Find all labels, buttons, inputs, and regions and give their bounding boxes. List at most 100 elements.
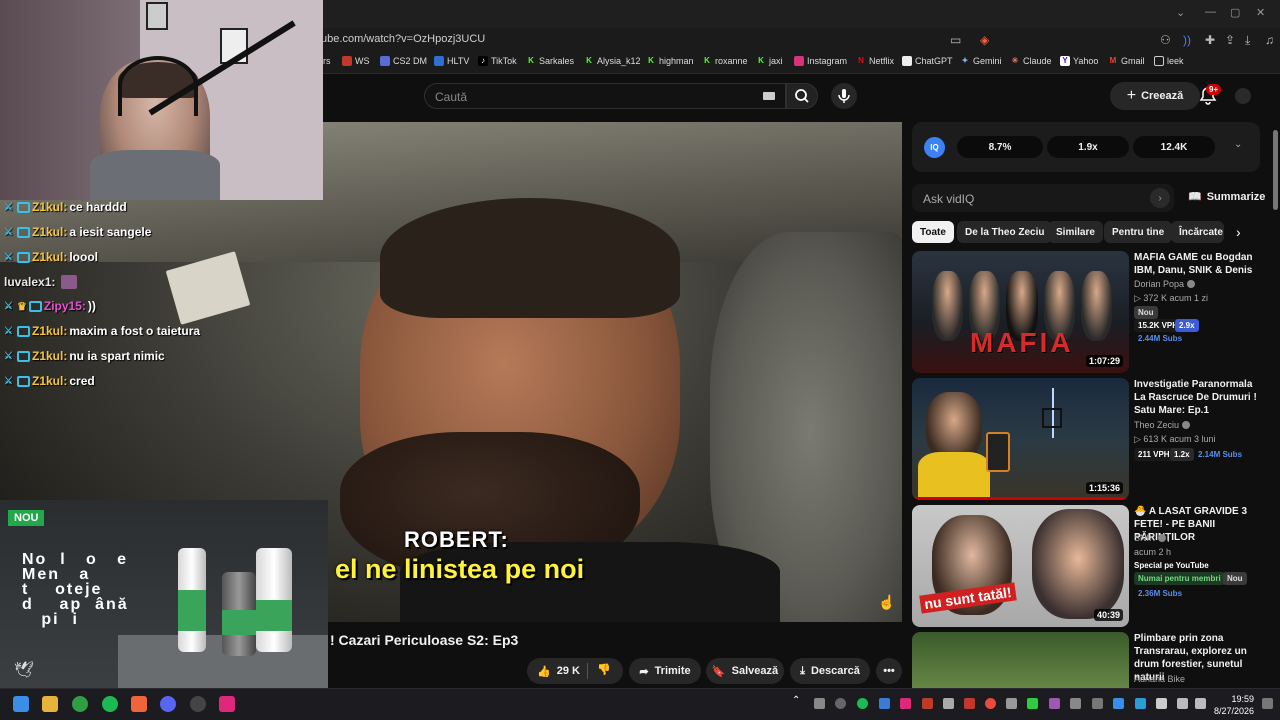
bookmark-item[interactable]: M Gmail [1108,56,1145,66]
address-bar[interactable]: tube.com/watch?v=OzHpozj3UCU ▭ ◈ ⚇ )) ✚ … [300,28,1280,52]
file-explorer-icon[interactable] [42,696,58,712]
bluetooth-icon[interactable] [1113,698,1124,709]
discord-icon[interactable] [160,696,176,712]
bookmark-item[interactable]: ✳ Claude [1010,56,1052,66]
video-thumbnail[interactable]: MAFIA 1:07:29 [912,251,1129,373]
close-icon[interactable]: ✕ [1256,6,1265,19]
vidiq-stat[interactable]: 1.9x [1047,136,1129,158]
bookmark-item[interactable]: K Alysia_k12 [584,56,640,66]
notification-icon[interactable] [1262,698,1273,709]
chevron-down-icon[interactable]: ⌄ [1234,139,1242,150]
vidiq-stat[interactable]: 12.4K [1133,136,1215,158]
chevron-up-icon[interactable]: ⌃ [792,695,803,706]
bookmark-item[interactable]: Instagram [794,56,847,66]
video-thumbnail[interactable] [912,632,1129,688]
minimize-icon[interactable]: — [1205,6,1216,18]
avatar[interactable] [1235,88,1251,104]
wifi-icon[interactable] [1177,698,1188,709]
ask-vidiq-input[interactable]: Ask vidIQ › [912,184,1174,212]
video-title[interactable]: MAFIA GAME cu Bogdan IBM, Danu, SNIK & D… [1134,251,1258,277]
chevron-right-icon[interactable]: › [1150,188,1170,208]
bookmark-item[interactable]: leek [1154,56,1184,66]
bookmark-item[interactable]: Kroxanne [702,56,747,66]
search-button[interactable] [786,83,818,109]
chevron-right-icon[interactable]: › [1236,224,1241,240]
bookmark-item[interactable]: CS2 DM [380,56,427,66]
bookmark-item[interactable]: ChatGPT [902,56,953,66]
maximize-icon[interactable]: ▢ [1230,6,1240,19]
channel-name[interactable]: SNIK [1134,533,1167,543]
bookmark-item[interactable]: HLTV [434,56,469,66]
chip-similare[interactable]: Similare [1048,221,1103,243]
media-icon[interactable]: ♫ [1265,33,1274,47]
vidiq-logo-icon[interactable]: IQ [924,137,945,158]
chevron-down-icon[interactable]: ⌄ [1176,6,1185,19]
channel-name[interactable]: Theo Zeciu [1134,420,1191,430]
brave-icon[interactable] [131,696,147,712]
bookmark-item[interactable]: Khighman [646,56,693,66]
chip-pentru-tine[interactable]: Pentru tine [1104,221,1173,243]
app-tray-icon[interactable] [1092,698,1103,709]
channel-name[interactable]: Dorian Popa [1134,279,1196,289]
bookmark-item[interactable]: ♪ TikTok [478,56,517,66]
xbox-icon[interactable] [72,696,88,712]
bookmark-item[interactable]: N Netflix [856,56,894,66]
summarize-button[interactable]: 📖 Summarize [1188,190,1265,204]
page-scrollbar[interactable] [1271,116,1280,688]
app-tray-icon[interactable] [1070,698,1081,709]
save-button[interactable]: 🔖 Salvează [706,658,784,684]
mic-icon[interactable] [1156,698,1167,709]
steam-tray-icon[interactable] [879,698,890,709]
url-text[interactable]: tube.com/watch?v=OzHpozj3UCU [318,33,485,45]
app-icon[interactable] [219,696,235,712]
audio-icon[interactable]: )) [1183,33,1191,47]
search-input[interactable]: Caută [424,83,786,109]
scrollbar-thumb[interactable] [1273,130,1278,210]
keyboard-icon[interactable] [763,92,775,100]
bookmark-item[interactable]: WS [342,56,370,66]
chip-toate[interactable]: Toate [912,221,954,243]
share-button[interactable]: ➦ Trimite [629,658,701,684]
vidiq-stat[interactable]: 8.7% [957,136,1043,158]
chip-de-la-theo-zeciu[interactable]: De la Theo Zeciu [957,221,1053,243]
like-button[interactable]: 👍 29 K 👎 [527,658,623,684]
app-tray-icon[interactable] [1006,698,1017,709]
video-title[interactable]: Investigatie Paranormala La Rascruce De … [1134,378,1258,417]
app-tray-icon[interactable] [964,698,975,709]
thumbs-down-icon[interactable]: 👎 [597,663,611,676]
app-tray-icon[interactable] [943,698,954,709]
download-button[interactable]: ⤓ Descarcă [790,658,870,684]
puzzle-icon[interactable]: ✚ [1205,33,1215,47]
recommendation-item[interactable]: 1:15:36 Investigatie Paranormala La Rasc… [912,378,1260,500]
bookmark-item[interactable]: Kjaxi [756,56,782,66]
spotify-tray-icon[interactable] [857,698,868,709]
cast-icon[interactable]: ▭ [950,33,961,47]
share-icon[interactable]: ⇪ [1225,33,1235,47]
video-thumbnail[interactable]: 1:15:36 [912,378,1129,500]
bookmark-item[interactable]: K Sarkales [526,56,574,66]
app-tray-icon[interactable] [1027,698,1038,709]
channel-name[interactable]: Adriana Bike [1134,674,1185,684]
app-tray-icon[interactable] [900,698,911,709]
chip-incarcate[interactable]: Încărcate r [1171,221,1224,243]
app-tray-icon[interactable] [1049,698,1060,709]
brave-shield-icon[interactable]: ◈ [980,33,989,47]
download-icon[interactable]: ⤓ [1245,33,1250,48]
voice-search-button[interactable] [831,83,857,109]
headset-icon[interactable] [814,698,825,709]
extension-icon[interactable]: ⚇ [1160,33,1171,47]
create-button[interactable]: + Creează [1110,82,1200,110]
windows-start-icon[interactable] [13,696,29,712]
more-actions-button[interactable]: ••• [876,658,902,684]
app-tray-icon[interactable] [985,698,996,709]
spotify-icon[interactable] [102,696,118,712]
recommendation-item[interactable]: nu sunt tatăl! 40:39 🐣 A LASAT GRAVIDE 3… [912,505,1260,627]
steam-icon[interactable] [190,696,206,712]
ad-overlay[interactable]: NOU No l o e Men a t oteje d ap ână pi i… [0,500,328,688]
recommendation-item[interactable]: Plimbare prin zona Transrarau, explorez … [912,632,1260,688]
bookmark-item[interactable]: ✦ Gemini [960,56,1002,66]
app-tray-icon[interactable] [922,698,933,709]
volume-icon[interactable] [1195,698,1206,709]
video-thumbnail[interactable]: nu sunt tatăl! 40:39 [912,505,1129,627]
app-tray-icon[interactable] [835,698,846,709]
